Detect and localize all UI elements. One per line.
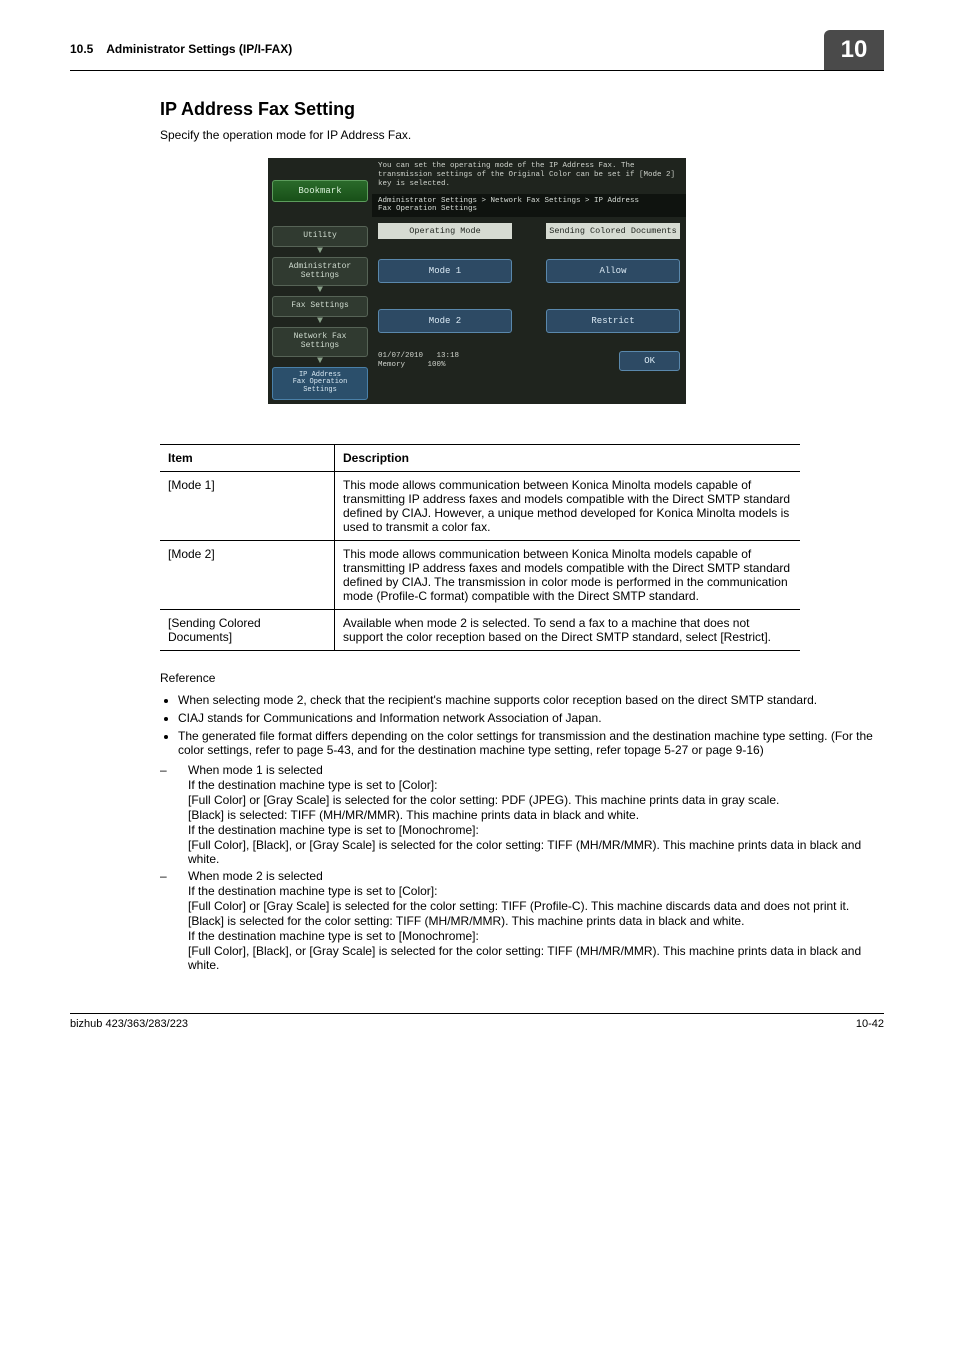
dash-line: [Full Color], [Black], or [Gray Scale] i… bbox=[188, 944, 884, 972]
dash-item-mode1: – When mode 1 is selected If the destina… bbox=[160, 763, 884, 867]
table-header-item: Item bbox=[160, 444, 335, 471]
table-row: [Mode 2] This mode allows communication … bbox=[160, 540, 800, 609]
dash-line: If the destination machine type is set t… bbox=[188, 823, 884, 837]
dash-line: [Full Color] or [Gray Scale] is selected… bbox=[188, 793, 884, 807]
page-footer: bizhub 423/363/283/223 10-42 bbox=[70, 1013, 884, 1030]
screenshot-message: You can set the operating mode of the IP… bbox=[372, 158, 686, 194]
chevron-down-icon: ▼ bbox=[272, 288, 368, 294]
device-screenshot: Bookmark Utility ▼ Administrator Setting… bbox=[268, 158, 686, 404]
page-title: IP Address Fax Setting bbox=[160, 99, 884, 120]
screenshot-datetime: 01/07/2010 13:18 Memory 100% bbox=[378, 352, 619, 370]
cell-item: [Sending Colored Documents] bbox=[160, 609, 335, 650]
chevron-down-icon: ▼ bbox=[272, 249, 368, 255]
dash-item-mode2: – When mode 2 is selected If the destina… bbox=[160, 869, 884, 973]
table-header-desc: Description bbox=[335, 444, 801, 471]
allow-button[interactable]: Allow bbox=[546, 259, 680, 283]
reference-label: Reference bbox=[160, 671, 884, 685]
list-item: The generated file format differs depend… bbox=[178, 729, 884, 757]
dash-head: When mode 2 is selected bbox=[188, 869, 884, 883]
dash-icon: – bbox=[160, 869, 170, 973]
cell-desc: This mode allows communication between K… bbox=[335, 540, 801, 609]
cell-item: [Mode 1] bbox=[160, 471, 335, 540]
dash-line: If the destination machine type is set t… bbox=[188, 884, 884, 898]
crumb-utility[interactable]: Utility bbox=[272, 226, 368, 247]
dash-line: [Full Color] or [Gray Scale] is selected… bbox=[188, 899, 884, 913]
ss-date: 01/07/2010 bbox=[378, 352, 423, 360]
ss-memory-label: Memory bbox=[378, 361, 405, 369]
dash-line: [Black] is selected for the color settin… bbox=[188, 914, 884, 928]
intro-text: Specify the operation mode for IP Addres… bbox=[160, 128, 884, 142]
chevron-down-icon: ▼ bbox=[272, 319, 368, 325]
table-row: [Mode 1] This mode allows communication … bbox=[160, 471, 800, 540]
header-left: 10.5 Administrator Settings (IP/I-FAX) bbox=[70, 38, 824, 62]
dash-line: If the destination machine type is set t… bbox=[188, 929, 884, 943]
list-item: When selecting mode 2, check that the re… bbox=[178, 693, 884, 707]
section-number: 10.5 bbox=[70, 42, 93, 56]
crumb-admin-settings[interactable]: Administrator Settings bbox=[272, 257, 368, 287]
dash-icon: – bbox=[160, 763, 170, 867]
ok-button[interactable]: OK bbox=[619, 351, 680, 371]
section-title: Administrator Settings (IP/I-FAX) bbox=[106, 42, 292, 56]
cell-desc: Available when mode 2 is selected. To se… bbox=[335, 609, 801, 650]
screenshot-sidebar: Bookmark Utility ▼ Administrator Setting… bbox=[268, 158, 372, 404]
reference-bullets: When selecting mode 2, check that the re… bbox=[160, 693, 884, 757]
cell-desc: This mode allows communication between K… bbox=[335, 471, 801, 540]
dash-line: If the destination machine type is set t… bbox=[188, 778, 884, 792]
cell-item: [Mode 2] bbox=[160, 540, 335, 609]
chevron-down-icon: ▼ bbox=[272, 359, 368, 365]
crumb-network-fax[interactable]: Network Fax Settings bbox=[272, 327, 368, 357]
footer-product: bizhub 423/363/283/223 bbox=[70, 1018, 188, 1030]
crumb-ip-fax-operation[interactable]: IP Address Fax Operation Settings bbox=[272, 367, 368, 400]
mode2-button[interactable]: Mode 2 bbox=[378, 309, 512, 333]
screenshot-path: Administrator Settings > Network Fax Set… bbox=[372, 194, 686, 217]
bookmark-button[interactable]: Bookmark bbox=[272, 180, 368, 202]
dash-head: When mode 1 is selected bbox=[188, 763, 884, 777]
chapter-badge: 10 bbox=[824, 30, 884, 70]
crumb-fax-settings[interactable]: Fax Settings bbox=[272, 296, 368, 317]
table-row: [Sending Colored Documents] Available wh… bbox=[160, 609, 800, 650]
list-item: CIAJ stands for Communications and Infor… bbox=[178, 711, 884, 725]
page-header: 10.5 Administrator Settings (IP/I-FAX) 1… bbox=[70, 30, 884, 71]
col-colored-docs: Sending Colored Documents bbox=[546, 223, 680, 239]
col-operating-mode: Operating Mode bbox=[378, 223, 512, 239]
ss-memory-pct: 100% bbox=[428, 361, 446, 369]
mode1-button[interactable]: Mode 1 bbox=[378, 259, 512, 283]
footer-page: 10-42 bbox=[856, 1018, 884, 1030]
description-table: Item Description [Mode 1] This mode allo… bbox=[160, 444, 800, 651]
dash-line: [Black] is selected: TIFF (MH/MR/MMR). T… bbox=[188, 808, 884, 822]
dash-line: [Full Color], [Black], or [Gray Scale] i… bbox=[188, 838, 884, 866]
ss-time: 13:18 bbox=[437, 352, 460, 360]
restrict-button[interactable]: Restrict bbox=[546, 309, 680, 333]
